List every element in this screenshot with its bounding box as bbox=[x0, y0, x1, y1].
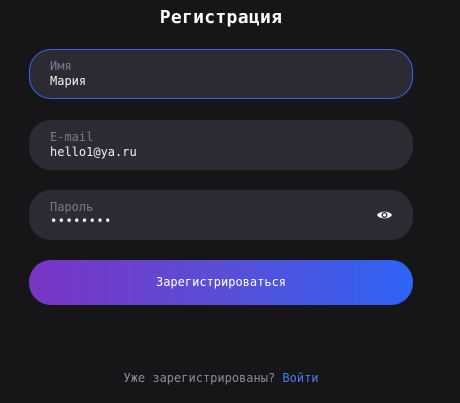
eye-icon[interactable] bbox=[376, 207, 393, 221]
email-field-value[interactable]: hello1@ya.ru bbox=[50, 145, 137, 159]
name-field-label: Имя bbox=[50, 59, 72, 73]
password-field[interactable]: Пароль •••••••• bbox=[29, 190, 413, 240]
page-title: Регистрация bbox=[159, 7, 283, 28]
name-field-value[interactable]: Мария bbox=[50, 74, 86, 88]
name-field[interactable]: Имя Мария bbox=[29, 49, 413, 99]
login-link[interactable]: Войти bbox=[282, 371, 318, 385]
email-field-label: E-mail bbox=[50, 130, 94, 144]
register-button[interactable]: Зарегистрироваться bbox=[29, 260, 413, 305]
email-field[interactable]: E-mail hello1@ya.ru bbox=[29, 120, 413, 170]
password-field-value[interactable]: •••••••• bbox=[50, 214, 112, 228]
login-prompt-text: Уже зарегистрированы? bbox=[123, 371, 276, 385]
password-field-label: Пароль bbox=[50, 200, 94, 214]
login-prompt: Уже зарегистрированы? Войти bbox=[0, 371, 442, 385]
